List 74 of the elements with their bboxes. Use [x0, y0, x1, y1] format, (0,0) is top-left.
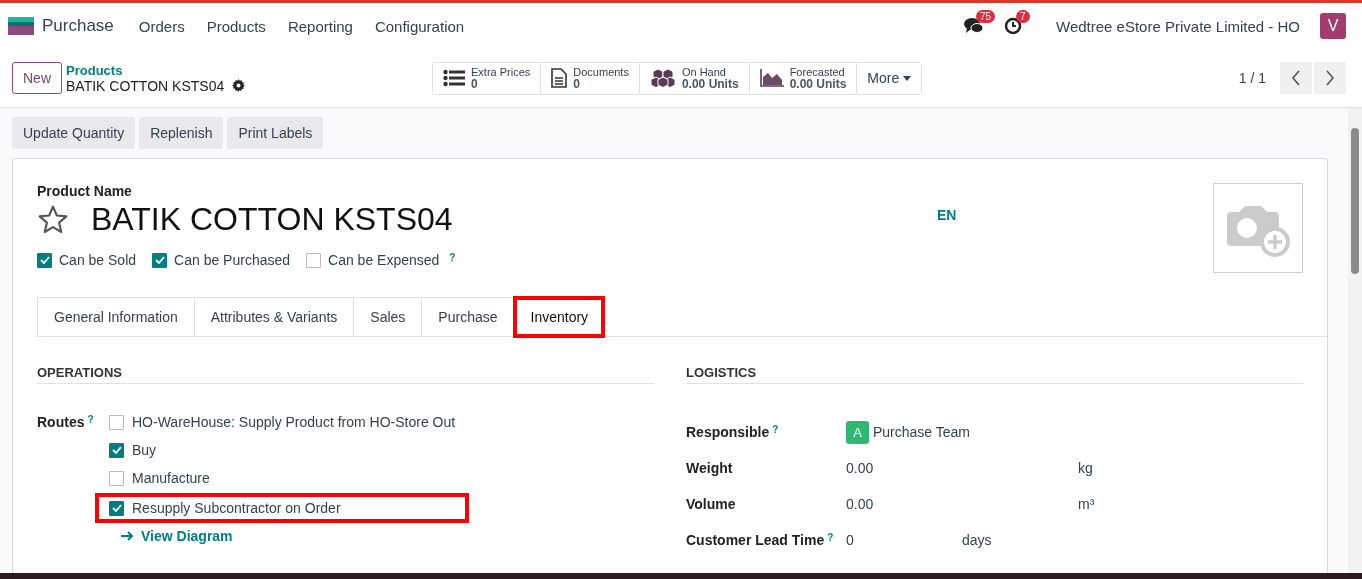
- app-name[interactable]: Purchase: [42, 16, 114, 36]
- tab[interactable]: Attributes & Variants: [193, 297, 354, 337]
- scrollbar[interactable]: [1348, 108, 1362, 573]
- route-label: Resupply Subcontractor on Order: [132, 500, 341, 516]
- help-mark[interactable]: ?: [449, 252, 456, 263]
- app-logo-icon[interactable]: [8, 17, 34, 35]
- field-value[interactable]: 0.00: [846, 496, 1078, 512]
- field-label: Routes: [37, 414, 85, 432]
- cubes-icon: [649, 68, 676, 88]
- breadcrumb-link[interactable]: Products: [66, 62, 246, 78]
- user-avatar: A: [846, 420, 869, 444]
- next-button[interactable]: [1314, 62, 1346, 94]
- help-mark[interactable]: ?: [772, 424, 779, 435]
- unit-label: m³: [1078, 496, 1095, 512]
- caret-icon: [903, 75, 912, 81]
- tab[interactable]: Sales: [353, 297, 422, 337]
- area-chart-icon: [759, 69, 784, 87]
- menu-item[interactable]: Orders: [138, 17, 185, 35]
- activity-count: 7: [1016, 10, 1030, 23]
- checkbox[interactable]: [109, 414, 124, 430]
- record-title: BATIK COTTON KSTS04: [66, 77, 225, 94]
- unit-label: kg: [1078, 460, 1093, 476]
- checkbox[interactable]: [37, 252, 52, 268]
- chevron-left-icon: [1291, 70, 1301, 86]
- field-value[interactable]: 0.00: [846, 460, 1078, 476]
- checkbox-label: Can be Expensed: [328, 252, 440, 268]
- menu-item[interactable]: Configuration: [374, 17, 465, 35]
- user-avatar[interactable]: V: [1320, 13, 1346, 39]
- help-mark[interactable]: ?: [87, 414, 94, 425]
- field-label: Product Name: [37, 183, 133, 199]
- language-link[interactable]: EN: [937, 207, 957, 223]
- gear-icon[interactable]: [232, 79, 246, 92]
- arrow-right-icon: [121, 531, 135, 541]
- field-label: Weight: [686, 460, 733, 476]
- checkbox-label: Can be Purchased: [174, 252, 291, 268]
- section-title: OPERATIONS: [37, 365, 654, 384]
- clock-icon[interactable]: [1004, 17, 1022, 35]
- checkbox-label: Can be Sold: [59, 252, 137, 268]
- unit-label: days: [962, 532, 992, 548]
- star-icon[interactable]: [37, 203, 69, 236]
- pager-value: 1 / 1: [1238, 70, 1266, 86]
- field-label: Volume: [686, 496, 736, 512]
- section-title: LOGISTICS: [686, 365, 1303, 384]
- action-button[interactable]: Print Labels: [227, 117, 324, 149]
- list-icon: [443, 69, 465, 87]
- checkbox[interactable]: [109, 500, 124, 516]
- help-mark[interactable]: ?: [827, 532, 834, 543]
- tab[interactable]: Purchase: [421, 297, 514, 337]
- checkbox[interactable]: [152, 252, 168, 268]
- chevron-right-icon: [1325, 70, 1335, 86]
- product-name-field[interactable]: BATIK COTTON KSTS04: [91, 201, 453, 238]
- route-label: HO-WareHouse: Supply Product from HO-Store Out: [132, 414, 456, 430]
- message-count: 75: [976, 10, 996, 23]
- checkbox[interactable]: [109, 442, 124, 458]
- previous-button[interactable]: [1280, 62, 1312, 94]
- action-button[interactable]: Replenish: [139, 117, 224, 149]
- field-label: Responsible: [686, 424, 770, 440]
- action-button[interactable]: Update Quantity: [12, 117, 136, 149]
- route-label: Buy: [132, 442, 157, 458]
- tab[interactable]: General Information: [37, 297, 194, 337]
- field-value[interactable]: 0: [846, 532, 962, 548]
- checkbox[interactable]: [306, 252, 322, 268]
- company-name[interactable]: Wedtree eStore Private Limited - HO: [1056, 17, 1300, 35]
- new-button[interactable]: New: [12, 62, 62, 94]
- menu-item[interactable]: Products: [206, 17, 266, 35]
- menu-item[interactable]: Reporting: [287, 17, 353, 35]
- view-diagram-link[interactable]: View Diagram: [121, 528, 456, 544]
- user-name[interactable]: Purchase Team: [873, 424, 970, 440]
- checkbox[interactable]: [109, 470, 124, 486]
- document-icon: [551, 68, 568, 88]
- route-label: Manufacture: [132, 470, 210, 486]
- tab[interactable]: Inventory: [513, 297, 605, 337]
- smart-button[interactable]: Extra Prices 0: [433, 62, 542, 94]
- field-label: Customer Lead Time: [686, 532, 825, 548]
